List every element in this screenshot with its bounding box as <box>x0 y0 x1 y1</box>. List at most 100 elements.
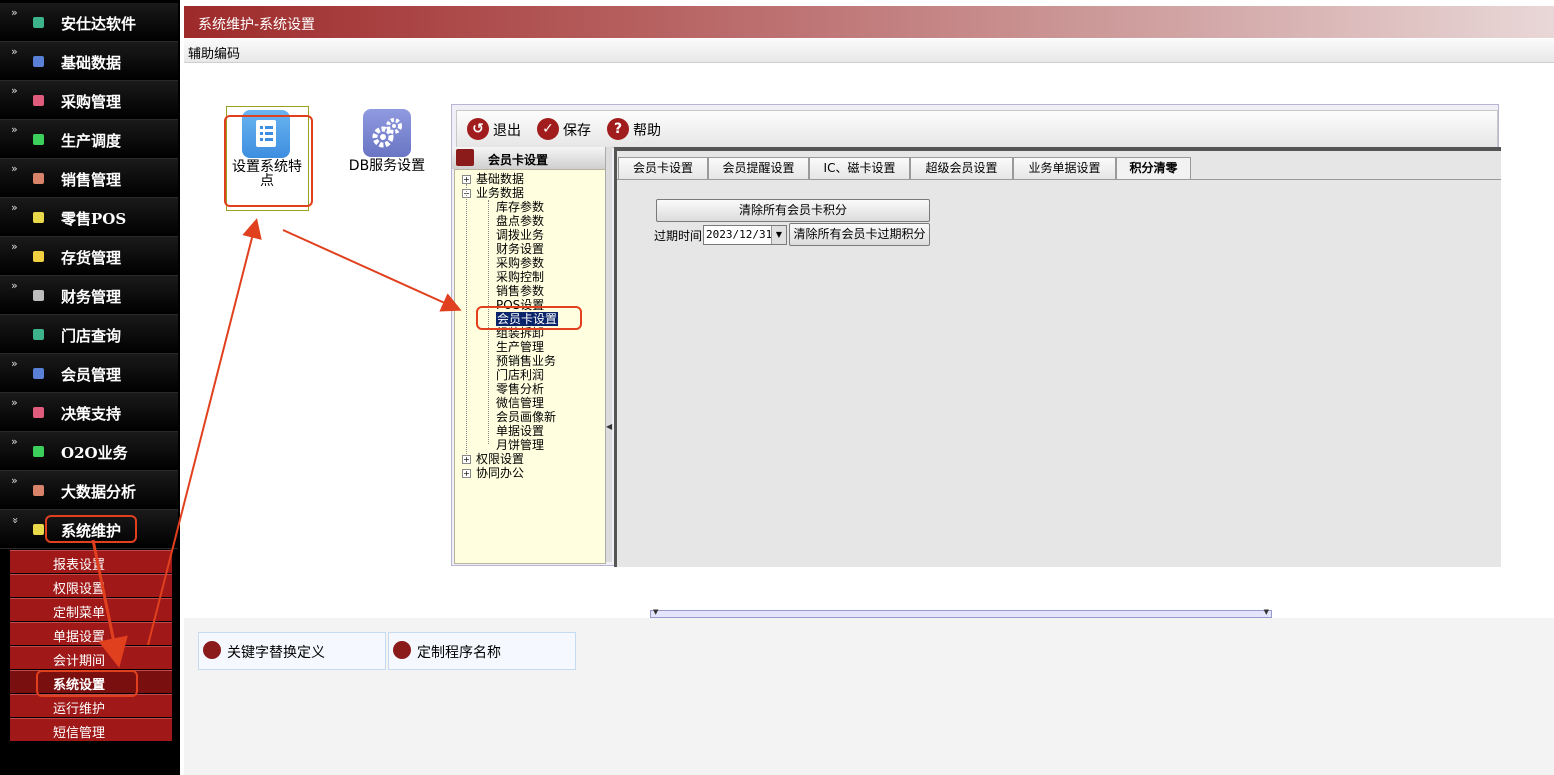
tree-node[interactable]: 会员画像新 <box>496 410 556 424</box>
help-icon: ? <box>607 118 629 140</box>
sub-item-document-settings[interactable]: 单据设置 <box>10 622 172 645</box>
tree-node[interactable]: 基础数据 <box>476 172 524 186</box>
tree-node[interactable]: 业务数据 <box>476 186 524 200</box>
tab-business-docs[interactable]: 业务单据设置 <box>1013 157 1116 179</box>
bottom-panel: 关键字替换定义 定制程序名称 <box>184 618 1554 775</box>
sub-item-label: 会计期间 <box>53 654 106 669</box>
vertical-splitter[interactable]: ◀ <box>605 147 612 562</box>
tile-label: DB服务设置 <box>348 158 426 174</box>
expand-icon[interactable]: + <box>462 455 471 464</box>
sub-item-report-settings[interactable]: 报表设置 <box>10 550 172 573</box>
nav-item-sales[interactable]: » 销售管理 <box>0 159 178 198</box>
tree-node[interactable]: 库存参数 <box>496 200 544 214</box>
settings-dialog: ↺ 退出 ✓ 保存 ? 帮助 会员卡设置 + 基础数据 − 业务数据 库存参数 盘点参… <box>451 104 1501 567</box>
custom-program-name-button[interactable]: 定制程序名称 <box>388 632 576 670</box>
page-title: 系统维护-系统设置 <box>198 17 316 33</box>
nav-label: 门店查询 <box>61 327 122 345</box>
nav-item-store-query[interactable]: 门店查询 <box>0 315 178 354</box>
tree-node[interactable]: 调拨业务 <box>496 228 544 242</box>
cube-icon <box>33 251 44 262</box>
cube-icon <box>33 56 44 67</box>
tree-node[interactable]: 销售参数 <box>496 284 544 298</box>
nav-label: 销售管理 <box>61 171 122 189</box>
sub-item-label: 运行维护 <box>53 702 106 717</box>
tree-node[interactable]: 预销售业务 <box>496 354 556 368</box>
clear-expired-points-button[interactable]: 清除所有会员卡过期积分 <box>789 223 930 246</box>
nav-item-purchase[interactable]: » 采购管理 <box>0 81 178 120</box>
chevron-icon: » <box>11 123 18 136</box>
nav-item-retail-pos[interactable]: » 零售POS <box>0 198 178 237</box>
tree-node[interactable]: 协同办公 <box>476 466 524 480</box>
splitter-arrow-icon: ◀ <box>606 422 613 431</box>
tab-content-panel: 会员卡设置 会员提醒设置 IC、磁卡设置 超级会员设置 业务单据设置 积分清零 … <box>614 147 1501 567</box>
cube-icon <box>33 446 44 457</box>
tab-member-card[interactable]: 会员卡设置 <box>618 157 708 179</box>
chevron-down-icon: » <box>8 517 22 524</box>
expire-label: 过期时间 <box>654 229 703 243</box>
nav-item-finance[interactable]: » 财务管理 <box>0 276 178 315</box>
tree-title: 会员卡设置 <box>488 153 549 167</box>
tile-db-service[interactable]: DB服务设置 <box>345 106 435 186</box>
nav-item-member[interactable]: » 会员管理 <box>0 354 178 393</box>
tree-node[interactable]: 财务设置 <box>496 242 544 256</box>
chevron-icon: » <box>11 357 18 370</box>
chevron-icon: » <box>11 162 18 175</box>
annotation-arrow <box>282 229 462 312</box>
nav-item-inventory[interactable]: » 存货管理 <box>0 237 178 276</box>
tree-node[interactable]: 零售分析 <box>496 382 544 396</box>
sub-item-label: 短信管理 <box>53 726 106 741</box>
nav-item-basic-data[interactable]: » 基础数据 <box>0 42 178 81</box>
expand-icon[interactable]: + <box>462 469 471 478</box>
chevron-icon: » <box>11 279 18 292</box>
sub-item-label: 报表设置 <box>53 558 106 573</box>
nav-item-production[interactable]: » 生产调度 <box>0 120 178 159</box>
chevron-down-icon[interactable]: ▼ <box>771 226 786 244</box>
sub-item-accounting-period[interactable]: 会计期间 <box>10 646 172 669</box>
tree-node[interactable]: 月饼管理 <box>496 438 544 452</box>
button-label: 定制程序名称 <box>417 645 501 661</box>
tree-node[interactable]: 权限设置 <box>476 452 524 466</box>
sub-item-sms-management[interactable]: 短信管理 <box>10 718 172 741</box>
clear-all-points-button[interactable]: 清除所有会员卡积分 <box>656 199 930 222</box>
keyword-replace-button[interactable]: 关键字替换定义 <box>198 632 386 670</box>
annotation-box <box>476 306 582 330</box>
sidebar: » 安仕达软件 » 基础数据 » 采购管理 » 生产调度 » 销售管理 » 零售POS » 存… <box>0 0 180 775</box>
nav-item-big-data[interactable]: » 大数据分析 <box>0 471 178 510</box>
tree-node[interactable]: 采购参数 <box>496 256 544 270</box>
tree-node[interactable]: 微信管理 <box>496 396 544 410</box>
button-label: 关键字替换定义 <box>227 645 325 661</box>
sub-item-label: 权限设置 <box>53 582 106 597</box>
cube-icon <box>33 17 44 28</box>
nav-item-decision[interactable]: » 决策支持 <box>0 393 178 432</box>
cube-icon <box>33 407 44 418</box>
tree-node[interactable]: 采购控制 <box>496 270 544 284</box>
gears-icon <box>363 109 411 157</box>
sub-item-custom-menu[interactable]: 定制菜单 <box>10 598 172 621</box>
tree-node[interactable]: 门店利润 <box>496 368 544 382</box>
splitter-arrow-icon: ▼ <box>653 608 659 616</box>
tab-ic-card[interactable]: IC、磁卡设置 <box>809 157 910 179</box>
tree-node[interactable]: 单据设置 <box>496 424 544 438</box>
tree-node[interactable]: 盘点参数 <box>496 214 544 228</box>
save-button[interactable]: ✓ 保存 <box>537 118 597 140</box>
tab-super-member[interactable]: 超级会员设置 <box>910 157 1013 179</box>
nav-item-o2o[interactable]: » O2O业务 <box>0 432 178 471</box>
expand-icon[interactable]: + <box>462 175 471 184</box>
help-button[interactable]: ? 帮助 <box>607 118 667 140</box>
sub-item-label: 定制菜单 <box>53 606 106 621</box>
horizontal-splitter[interactable]: ▼ ▼ <box>650 608 1272 618</box>
nav-label: O2O业务 <box>61 444 128 462</box>
tab-points-clear[interactable]: 积分清零 <box>1116 157 1191 180</box>
auxiliary-code-link[interactable]: 辅助编码 <box>188 43 240 62</box>
expire-date-value: 2023/12/31 <box>706 228 773 241</box>
sub-item-permission-settings[interactable]: 权限设置 <box>10 574 172 597</box>
nav-label: 基础数据 <box>61 54 122 72</box>
tab-member-reminder[interactable]: 会员提醒设置 <box>708 157 809 179</box>
calendar-icon <box>203 641 221 659</box>
expire-date-select[interactable]: 2023/12/31 ▼ <box>703 225 787 245</box>
sub-item-run-maintenance[interactable]: 运行维护 <box>10 694 172 717</box>
splitter-arrow-icon: ▼ <box>1263 608 1269 616</box>
exit-button[interactable]: ↺ 退出 <box>467 118 527 140</box>
nav-item-anshida[interactable]: » 安仕达软件 <box>0 3 178 42</box>
tree-node[interactable]: 生产管理 <box>496 340 544 354</box>
